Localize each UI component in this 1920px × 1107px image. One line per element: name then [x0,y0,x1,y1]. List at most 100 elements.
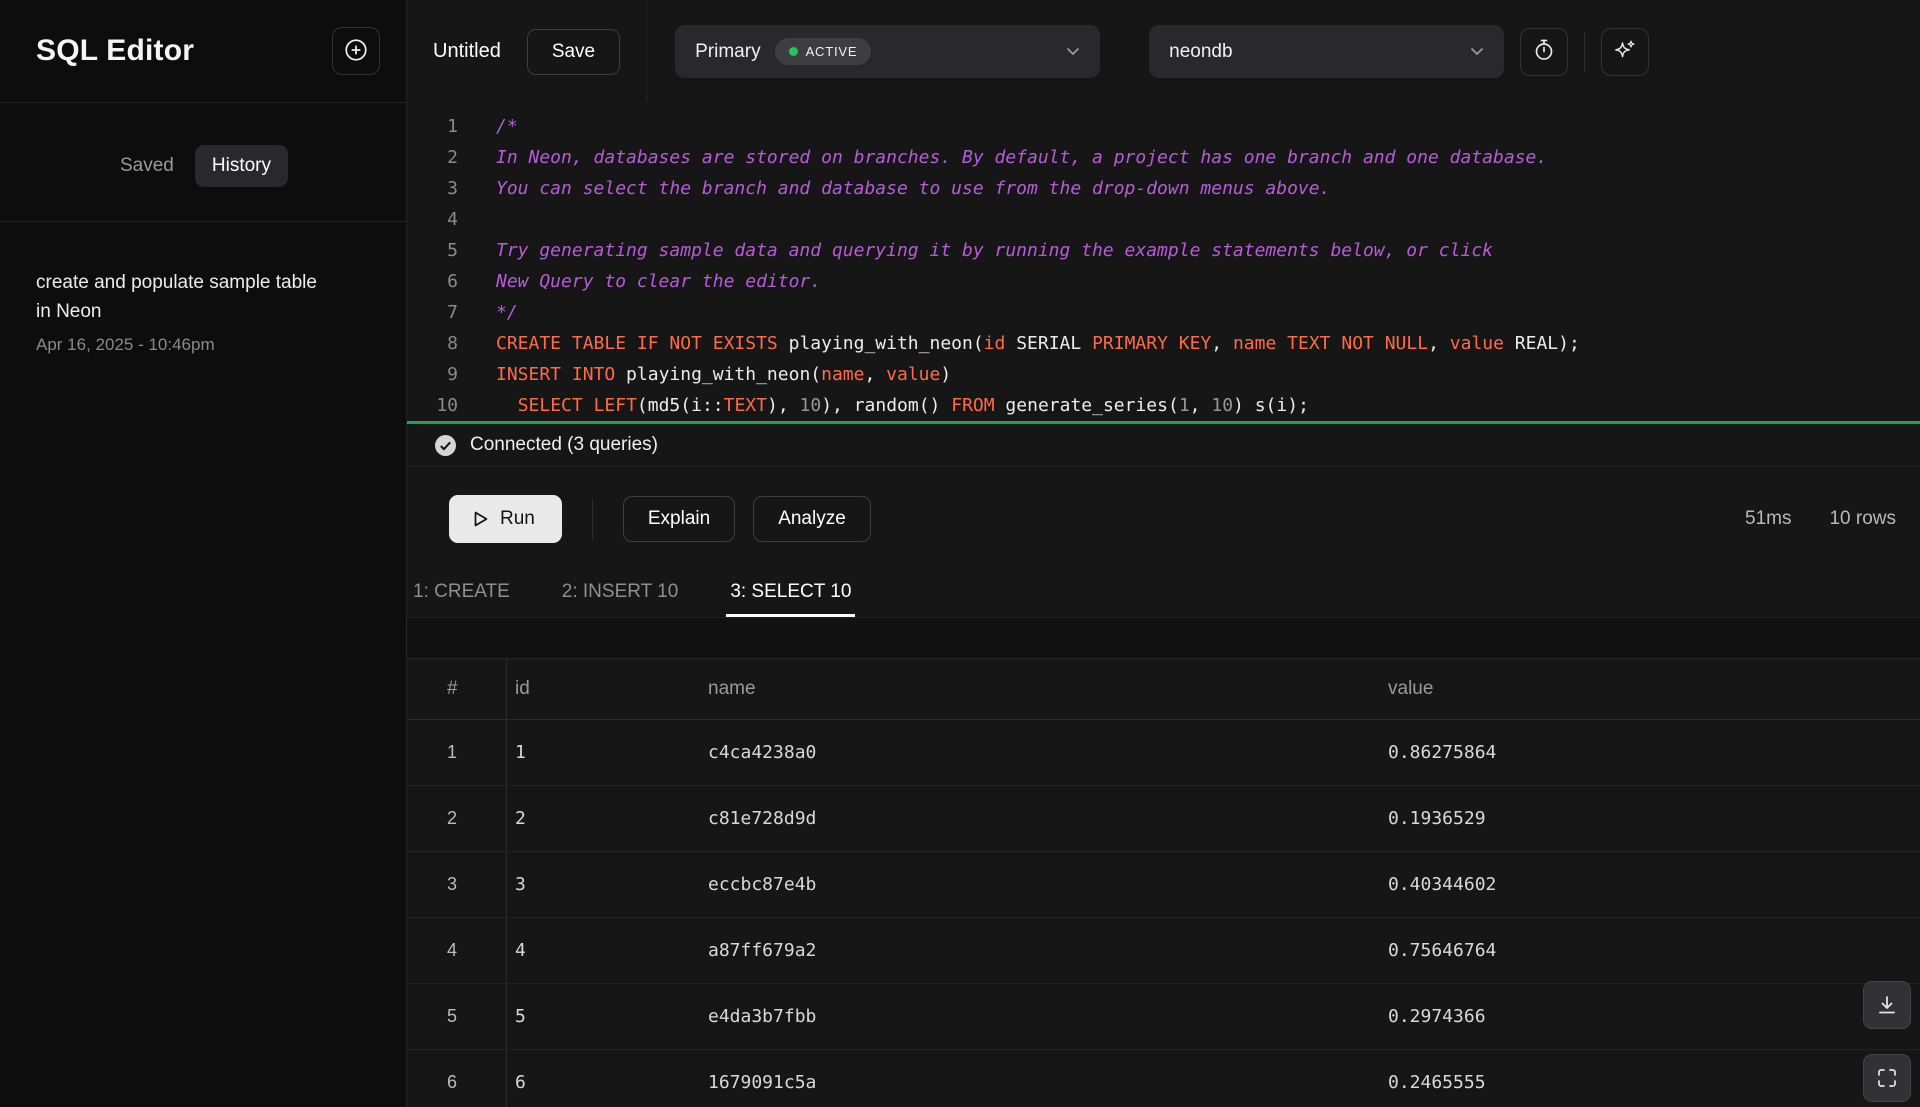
table-cell: e4da3b7fbb [700,1006,1380,1027]
table-cell: 6 [407,1050,507,1107]
line-number: 2 [407,142,469,173]
code-text: You can select the branch and database t… [469,173,1330,204]
expand-results-button[interactable] [1863,1054,1911,1102]
sidebar-tabs: SavedHistory [0,103,406,222]
branch-name: Primary [695,41,760,63]
line-number: 1 [407,111,469,142]
ai-assist-button[interactable] [1601,28,1649,76]
line-number: 9 [407,359,469,390]
line-number: 7 [407,297,469,328]
table-row: 55e4da3b7fbb0.2974366 [407,984,1920,1050]
code-text: /* [469,111,518,142]
sidebar-tab-saved[interactable]: Saved [103,145,191,187]
new-query-button[interactable] [332,27,380,75]
row-count: 10 rows [1829,508,1896,530]
table-row: 33eccbc87e4b0.40344602 [407,852,1920,918]
sidebar-header: SQL Editor [0,0,406,103]
table-cell: 6 [507,1072,700,1093]
results-table: #idnamevalue 11c4ca4238a00.8627586422c81… [407,658,1920,1107]
doc-title: Untitled [433,40,501,63]
table-cell: 4 [407,918,507,983]
actions-row: Run Explain Analyze 51ms 10 rows [407,467,1920,570]
branch-status-badge: ACTIVE [775,38,872,65]
table-row: 661679091c5a0.2465555 [407,1050,1920,1107]
sparkles-icon [1613,38,1637,65]
code-text: Try generating sample data and querying … [469,235,1493,266]
table-cell: 5 [507,1006,700,1027]
code-text: INSERT INTO playing_with_neon(name, valu… [469,359,951,390]
branch-select[interactable]: Primary ACTIVE [675,25,1100,78]
history-item-title: create and populate sample table in Neon [36,268,322,326]
code-line: 3You can select the branch and database … [407,173,1920,204]
history-item[interactable]: create and populate sample table in Neon… [0,222,406,375]
actions-divider [592,499,593,539]
column-header-value: value [1380,678,1920,700]
analyze-button[interactable]: Analyze [753,496,871,542]
result-tab-1[interactable]: 1: CREATE [409,570,514,617]
chevron-down-icon [1066,43,1080,61]
code-line: 9INSERT INTO playing_with_neon(name, val… [407,359,1920,390]
table-cell: 2 [507,808,700,829]
explain-button[interactable]: Explain [623,496,735,542]
code-line: 8CREATE TABLE IF NOT EXISTS playing_with… [407,328,1920,359]
code-text: SELECT LEFT(md5(i::TEXT), 10), random() … [469,390,1309,421]
code-text [469,204,496,235]
line-number: 8 [407,328,469,359]
table-body: 11c4ca4238a00.8627586422c81e728d9d0.1936… [407,720,1920,1107]
column-header-index: # [407,659,507,719]
code-line: 1/* [407,111,1920,142]
stopwatch-icon [1532,38,1556,65]
code-line: 2In Neon, databases are stored on branch… [407,142,1920,173]
result-tabs: 1: CREATE 2: INSERT 10 3: SELECT 10 [407,570,1920,618]
code-text: CREATE TABLE IF NOT EXISTS playing_with_… [469,328,1580,359]
result-tab-3[interactable]: 3: SELECT 10 [726,570,855,617]
sidebar-tab-history[interactable]: History [195,145,288,187]
connection-status-text: Connected (3 queries) [470,434,658,456]
database-select[interactable]: neondb [1149,25,1504,78]
connection-status: Connected (3 queries) [407,424,1920,467]
table-cell: a87ff679a2 [700,940,1380,961]
table-cell: c4ca4238a0 [700,742,1380,763]
code-line: 6New Query to clear the editor. [407,266,1920,297]
code-line: 10 SELECT LEFT(md5(i::TEXT), 10), random… [407,390,1920,421]
chevron-down-icon [1470,43,1484,61]
table-row: 11c4ca4238a00.86275864 [407,720,1920,786]
code-line: 5Try generating sample data and querying… [407,235,1920,266]
query-history-button[interactable] [1520,28,1568,76]
table-row: 22c81e728d9d0.1936529 [407,786,1920,852]
column-header-name: name [700,678,1380,700]
download-icon [1875,993,1899,1017]
query-time: 51ms [1745,508,1791,530]
table-cell: 4 [507,940,700,961]
plus-circle-icon [343,37,369,66]
line-number: 6 [407,266,469,297]
run-button[interactable]: Run [449,495,562,543]
sidebar: SQL Editor SavedHistory create and popul… [0,0,407,1107]
code-line: 4 [407,204,1920,235]
toolbar-divider [646,0,647,103]
app: SQL Editor SavedHistory create and popul… [0,0,1920,1107]
table-cell: eccbc87e4b [700,874,1380,895]
table-cell: 5 [407,984,507,1049]
check-circle-icon [434,434,457,457]
toolbar-divider [1584,32,1585,72]
table-header-row: #idnamevalue [407,658,1920,720]
table-cell: 1 [507,742,700,763]
database-name: neondb [1169,41,1232,63]
result-tab-2[interactable]: 2: INSERT 10 [558,570,683,617]
code-text: */ [469,297,518,328]
table-cell: 0.1936529 [1380,808,1920,829]
line-number: 10 [407,390,469,421]
query-metrics: 51ms 10 rows [1745,508,1896,530]
download-results-button[interactable] [1863,981,1911,1029]
code-line: 7*/ [407,297,1920,328]
line-number: 3 [407,173,469,204]
table-row: 44a87ff679a20.75646764 [407,918,1920,984]
line-number: 4 [407,204,469,235]
code-text: In Neon, databases are stored on branche… [469,142,1547,173]
sql-editor[interactable]: 1/*2In Neon, databases are stored on bra… [407,103,1920,421]
line-number: 5 [407,235,469,266]
table-cell: 0.2974366 [1380,1006,1920,1027]
save-button[interactable]: Save [527,29,620,75]
results-spacer [407,618,1920,658]
